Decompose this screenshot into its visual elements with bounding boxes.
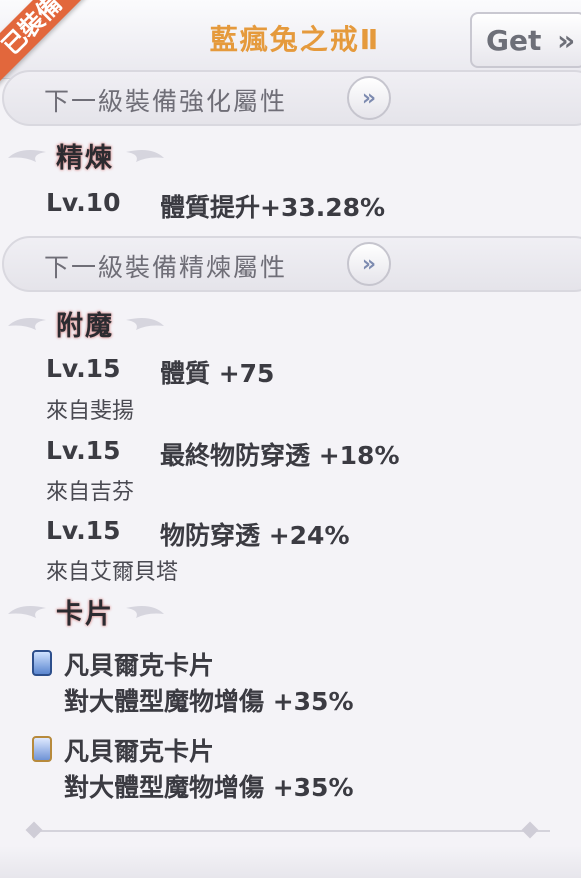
refine-stat: 體質提升+33.28% <box>160 193 386 222</box>
enchant-stat: 物防穿透 +24% <box>160 521 350 550</box>
refine-section-heading: 精煉 <box>0 136 200 176</box>
card-name: 凡貝爾克卡片 <box>64 651 215 680</box>
wing-right-icon <box>126 606 164 618</box>
wing-left-icon <box>8 318 46 330</box>
wing-left-icon <box>8 150 46 162</box>
card-icon <box>32 650 52 676</box>
enchant-stat: 體質 +75 <box>160 359 275 388</box>
card-effect: 對大體型魔物增傷 +35% <box>64 687 354 716</box>
section-divider <box>30 830 550 832</box>
refine-level: Lv.10 <box>46 188 121 217</box>
cards-title: 卡片 <box>56 599 114 630</box>
card-effect: 對大體型魔物增傷 +35% <box>64 773 354 802</box>
card-name: 凡貝爾克卡片 <box>64 737 215 766</box>
enchant-level: Lv.15 <box>46 354 121 383</box>
next-refine-label: 下一級裝備精煉屬性 <box>44 253 288 282</box>
next-refine-arrow-button[interactable]: » <box>347 242 391 286</box>
enchant-level: Lv.15 <box>46 516 121 545</box>
divider-ornament-icon <box>521 821 539 839</box>
enchant-level: Lv.15 <box>46 436 121 465</box>
card-icon <box>32 736 52 762</box>
wing-right-icon <box>126 150 164 162</box>
cards-section-heading: 卡片 <box>0 592 200 632</box>
enchant-source: 來自艾爾貝塔 <box>46 560 179 585</box>
item-name: 藍瘋兔之戒Ⅱ <box>209 23 381 56</box>
double-chevron-icon: » <box>361 86 377 111</box>
next-refine-row[interactable]: 下一級裝備精煉屬性 » <box>2 236 581 292</box>
enchant-source: 來自吉芬 <box>46 480 135 505</box>
next-enhance-row[interactable]: 下一級裝備強化屬性 » <box>2 70 581 126</box>
enchant-section-heading: 附魔 <box>0 304 200 344</box>
get-button-label: Get <box>486 24 542 57</box>
enchant-stat: 最終物防穿透 +18% <box>160 441 400 470</box>
wing-right-icon <box>126 318 164 330</box>
bottom-fade <box>0 846 581 878</box>
get-button[interactable]: Get » <box>470 12 581 68</box>
refine-title: 精煉 <box>56 143 114 174</box>
next-enhance-label: 下一級裝備強化屬性 <box>44 87 288 116</box>
item-header: 已裝備 藍瘋兔之戒Ⅱ Get » <box>0 0 581 87</box>
next-enhance-arrow-button[interactable]: » <box>347 76 391 120</box>
wing-left-icon <box>8 606 46 618</box>
divider-ornament-icon <box>25 821 43 839</box>
double-chevron-icon: » <box>361 252 377 277</box>
enchant-title: 附魔 <box>56 311 114 342</box>
enchant-source: 來自斐揚 <box>46 399 135 424</box>
double-chevron-icon: » <box>557 24 576 57</box>
